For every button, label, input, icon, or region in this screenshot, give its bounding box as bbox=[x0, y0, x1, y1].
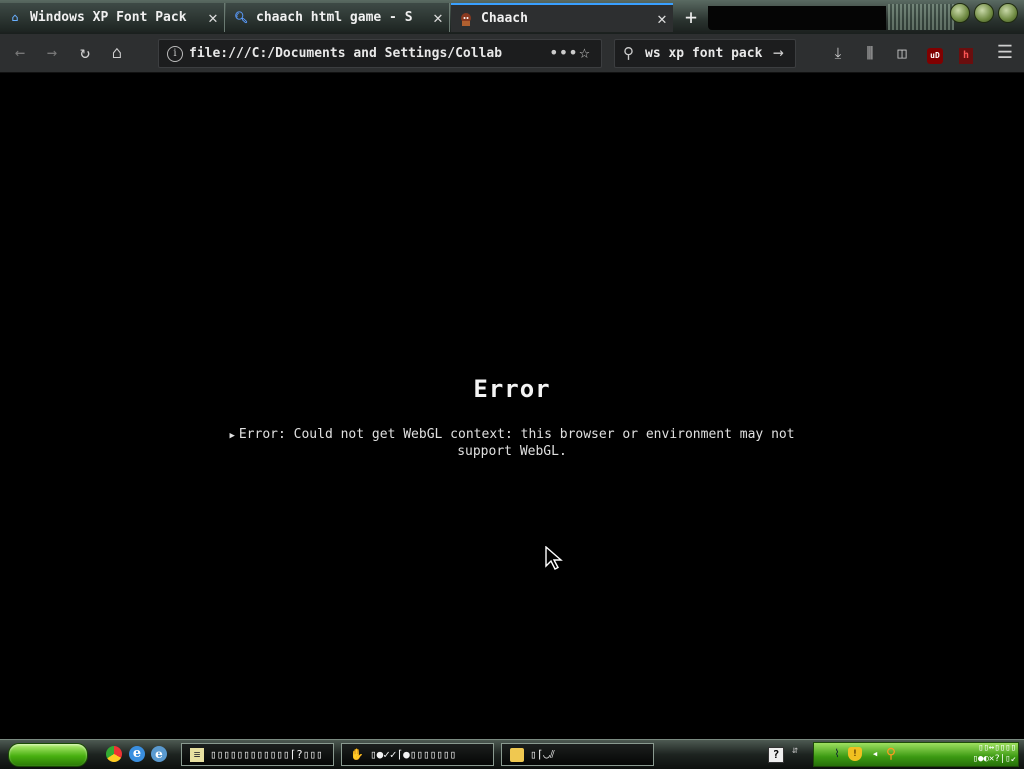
task-label: ▯⌈◡⫽ bbox=[530, 747, 555, 761]
tab-windows-xp-font-pack[interactable]: ⌂ Windows XP Font Pack ✕ bbox=[0, 3, 225, 32]
back-arrow-icon[interactable]: ← bbox=[8, 42, 32, 64]
new-tab-button[interactable]: + bbox=[678, 3, 704, 31]
notepad-icon: ≡ bbox=[190, 747, 204, 762]
task-label: ▯▯▯▯▯▯▯▯▯▯▯▯⌈?▯▯▯ bbox=[210, 748, 323, 761]
home-page-icon: ⌂ bbox=[11, 11, 19, 24]
hamburger-menu-icon[interactable]: ☰ bbox=[994, 42, 1016, 64]
search-input[interactable]: ws xp font pack bbox=[645, 46, 767, 61]
tab-label: Windows XP Font Pack bbox=[30, 10, 187, 25]
tab-strip: ⌂ Windows XP Font Pack ✕ 🔍︎ chaach html … bbox=[0, 0, 1024, 34]
tab-chaach-html-game[interactable]: 🔍︎ chaach html game - S ✕ bbox=[226, 3, 450, 32]
download-icon[interactable]: ⤓ bbox=[827, 42, 849, 64]
taskbar: e e ≡ ▯▯▯▯▯▯▯▯▯▯▯▯⌈?▯▯▯ ✋ ▯●✓✓⌈●▯▯▯▯▯▯▯ … bbox=[0, 739, 1024, 769]
chrome-icon[interactable] bbox=[106, 746, 122, 762]
url-bar[interactable]: i file:///C:/Documents and Settings/Coll… bbox=[158, 39, 602, 68]
close-window-button[interactable] bbox=[998, 3, 1018, 23]
tray-clock: ▯▯↔▯▯▯▯ ▯●◐✕?|▯↙ bbox=[924, 743, 1016, 765]
url-text[interactable]: file:///C:/Documents and Settings/Collab bbox=[189, 46, 519, 61]
ublock-extension-icon[interactable]: uD bbox=[924, 42, 946, 64]
tray-line-2: ▯●◐✕?|▯↙ bbox=[972, 754, 1016, 764]
tab-strip-empty-area bbox=[708, 6, 886, 30]
tab-label: chaach html game - S bbox=[256, 10, 413, 25]
tab-chaach[interactable]: Chaach ✕ bbox=[451, 3, 673, 32]
internet-explorer-icon[interactable]: e bbox=[129, 746, 145, 762]
mouse-cursor-icon bbox=[545, 545, 563, 574]
taskbar-item-messenger[interactable]: ✋ ▯●✓✓⌈●▯▯▯▯▯▯▯ bbox=[341, 743, 494, 766]
handshake-icon: ✋ bbox=[350, 747, 364, 761]
search-icon: 🔍︎ bbox=[234, 11, 248, 24]
disclosure-triangle-icon[interactable]: ▶ bbox=[229, 431, 234, 441]
folder-icon bbox=[510, 747, 524, 762]
browser-quicklaunch-icon[interactable]: e bbox=[151, 746, 167, 762]
navigation-toolbar: ← → ↻ ⌂ i file:///C:/Documents and Setti… bbox=[0, 34, 1024, 73]
home-icon[interactable]: ⌂ bbox=[105, 42, 129, 64]
search-icon: ⚲ bbox=[623, 44, 634, 62]
error-message-text: Error: Could not get WebGL context: this… bbox=[238, 427, 795, 459]
tab-label: Chaach bbox=[481, 11, 528, 26]
extension-label: h bbox=[959, 48, 973, 64]
library-icon[interactable]: ⫼ bbox=[859, 42, 881, 64]
help-icon[interactable]: ? bbox=[768, 747, 784, 763]
error-message: ▶ Error: Could not get WebGL context: thi… bbox=[216, 427, 808, 459]
security-shield-icon[interactable]: ! bbox=[848, 747, 862, 761]
sidebar-icon[interactable]: ◫ bbox=[891, 42, 913, 64]
taskbar-item-notepad[interactable]: ≡ ▯▯▯▯▯▯▯▯▯▯▯▯⌈?▯▯▯ bbox=[181, 743, 334, 766]
search-bar[interactable]: ⚲ ws xp font pack → bbox=[614, 39, 796, 68]
tray-line-1: ▯▯↔▯▯▯▯ bbox=[978, 743, 1016, 753]
forward-arrow-icon[interactable]: → bbox=[40, 42, 64, 64]
page-actions-icon[interactable]: ••• bbox=[549, 43, 578, 62]
bookmark-star-icon[interactable]: ☆ bbox=[579, 42, 590, 63]
reload-icon[interactable]: ↻ bbox=[73, 42, 97, 64]
window-controls bbox=[950, 3, 1018, 23]
volume-icon[interactable]: ◂ bbox=[868, 747, 882, 761]
minimize-button[interactable] bbox=[950, 3, 970, 23]
tray-chevron-icon[interactable]: ⇵ bbox=[792, 745, 798, 756]
game-favicon bbox=[459, 12, 473, 26]
error-title: Error bbox=[473, 375, 551, 403]
extension-icon[interactable]: h bbox=[955, 42, 977, 64]
taskbar-item-folder[interactable]: ▯⌈◡⫽ bbox=[501, 743, 654, 766]
info-icon[interactable]: i bbox=[167, 46, 183, 62]
search-go-arrow-icon[interactable]: → bbox=[773, 42, 784, 63]
ublock-label: uD bbox=[927, 48, 943, 64]
system-tray: ⌇ ! ◂ ⚲ ▯▯↔▯▯▯▯ ▯●◐✕?|▯↙ bbox=[813, 742, 1019, 767]
titlebar-grip[interactable] bbox=[888, 4, 954, 30]
close-icon[interactable]: ✕ bbox=[427, 8, 449, 27]
maximize-button[interactable] bbox=[974, 3, 994, 23]
close-icon[interactable]: ✕ bbox=[651, 9, 673, 28]
page-content: Error ▶ Error: Could not get WebGL contex… bbox=[0, 73, 1024, 739]
task-label: ▯●✓✓⌈●▯▯▯▯▯▯▯ bbox=[370, 748, 457, 761]
start-button[interactable] bbox=[8, 743, 88, 767]
network-icon[interactable]: ⌇ bbox=[830, 747, 844, 761]
magnifier-icon[interactable]: ⚲ bbox=[884, 747, 898, 761]
close-icon[interactable]: ✕ bbox=[202, 8, 224, 27]
